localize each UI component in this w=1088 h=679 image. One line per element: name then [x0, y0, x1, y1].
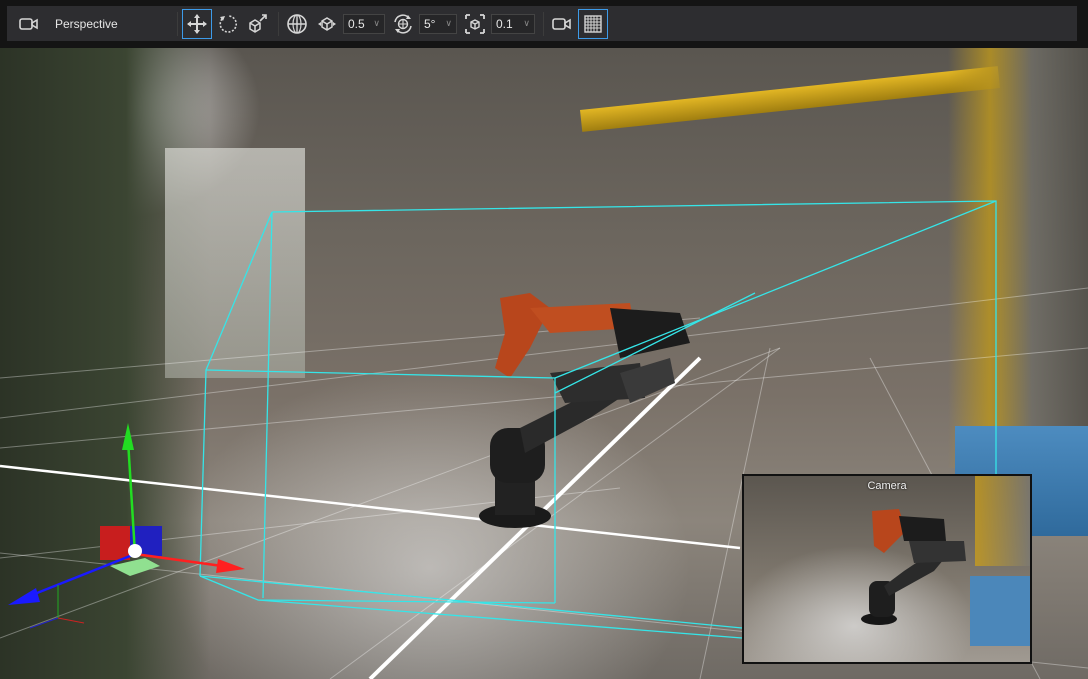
view-mode-label[interactable]: Perspective	[55, 17, 173, 31]
scale-snap-value: 0.1	[496, 16, 513, 31]
rotate-snap-icon	[394, 13, 412, 34]
camera-preview-panel[interactable]: Camera	[742, 474, 1032, 664]
camera-preview-title: Camera	[867, 480, 907, 492]
scene-viewport[interactable]: Camera	[0, 48, 1088, 679]
translate-snap-value: 0.5	[348, 16, 365, 31]
gizmo-plane-xy[interactable]	[100, 526, 130, 560]
rotate-tool-button[interactable]	[214, 10, 242, 38]
toolbar-container: Perspective 0.5 ∨ 5° ∨ 0.1 ∨	[0, 0, 1088, 48]
chevron-down-icon: ∨	[445, 18, 452, 28]
chevron-down-icon: ∨	[373, 18, 380, 28]
rotate-icon	[219, 14, 238, 33]
separator	[177, 11, 178, 36]
grid-toggle-button[interactable]	[578, 8, 608, 39]
gizmo-z-arrowhead[interactable]	[8, 588, 40, 605]
camera-preview-robot	[861, 509, 966, 625]
viewport-toolbar: Perspective 0.5 ∨ 5° ∨ 0.1 ∨	[7, 6, 1077, 41]
scale-cube-icon	[249, 13, 267, 33]
scale-snap-toggle[interactable]	[461, 10, 489, 38]
chevron-down-icon: ∨	[523, 18, 530, 28]
gizmo-y-arrowhead[interactable]	[122, 423, 134, 450]
coordinate-space-button[interactable]	[283, 10, 311, 38]
scale-tool-button[interactable]	[244, 10, 272, 38]
rotate-snap-value: 5°	[424, 16, 436, 31]
camera-icon	[552, 17, 571, 30]
rotate-snap-toggle[interactable]	[389, 10, 417, 38]
globe-icon	[287, 13, 307, 34]
grid-icon	[584, 14, 602, 33]
separator	[278, 11, 279, 36]
translate-snap-icon	[318, 16, 336, 31]
gizmo-center-handle[interactable]	[128, 544, 142, 558]
move-tool-button[interactable]	[182, 8, 212, 39]
camera-preview-toggle[interactable]	[548, 10, 576, 38]
rotate-snap-dropdown[interactable]: 5° ∨	[419, 13, 457, 34]
separator	[543, 11, 544, 36]
gizmo-x-arrowhead[interactable]	[216, 559, 245, 573]
camera-icon[interactable]	[15, 10, 43, 38]
translate-snap-dropdown[interactable]: 0.5 ∨	[343, 13, 385, 34]
scale-snap-dropdown[interactable]: 0.1 ∨	[491, 13, 535, 34]
scale-snap-icon	[465, 13, 485, 34]
move-arrows-icon	[187, 13, 207, 34]
gizmo-axis-z[interactable]	[31, 552, 136, 597]
translate-snap-toggle[interactable]	[313, 10, 341, 38]
